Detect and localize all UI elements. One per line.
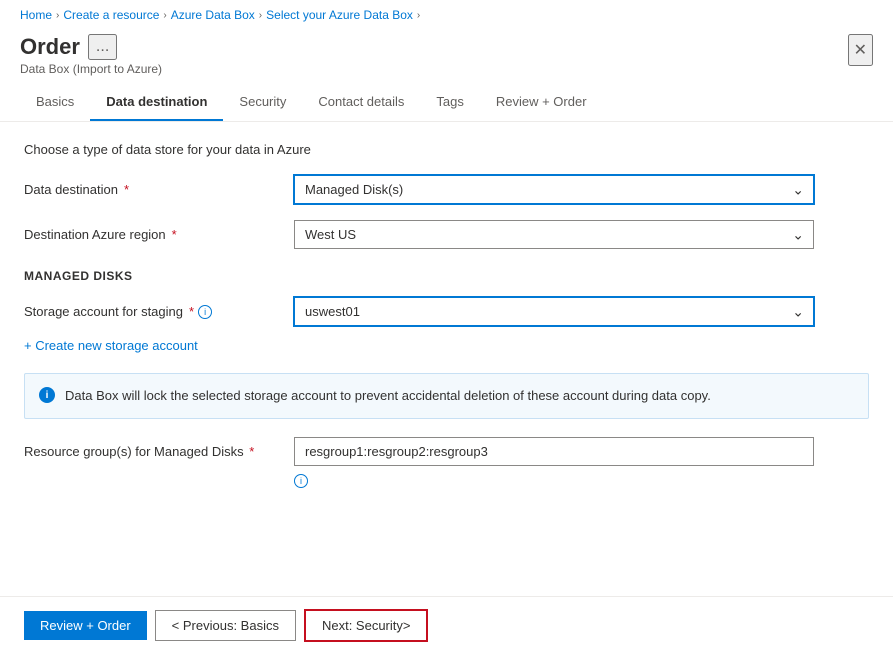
- staging-account-label: Storage account for staging * i: [24, 304, 294, 319]
- tab-tags[interactable]: Tags: [420, 84, 479, 121]
- breadcrumb: Home › Create a resource › Azure Data Bo…: [0, 0, 893, 30]
- staging-account-required: *: [189, 304, 194, 319]
- breadcrumb-sep-4: ›: [417, 10, 420, 21]
- staging-account-info-icon[interactable]: i: [198, 305, 212, 319]
- destination-region-select-wrapper: West US East US East US 2 Central US: [294, 220, 814, 249]
- close-button[interactable]: ✕: [848, 34, 873, 66]
- tab-basics[interactable]: Basics: [20, 84, 90, 121]
- data-destination-label: Data destination *: [24, 182, 294, 197]
- tab-review-order[interactable]: Review + Order: [480, 84, 603, 121]
- page-header: Order ... Data Box (Import to Azure) ✕: [0, 30, 893, 84]
- page-title: Order: [20, 34, 80, 60]
- staging-account-row: Storage account for staging * i uswest01…: [24, 297, 869, 326]
- breadcrumb-home[interactable]: Home: [20, 8, 52, 22]
- resource-groups-info-icon[interactable]: i: [294, 474, 308, 488]
- data-destination-select-wrapper: Managed Disk(s) Storage Account: [294, 175, 814, 204]
- breadcrumb-sep-3: ›: [259, 10, 262, 21]
- section-description: Choose a type of data store for your dat…: [24, 142, 869, 157]
- breadcrumb-sep-1: ›: [56, 10, 59, 21]
- tab-contact-details[interactable]: Contact details: [302, 84, 420, 121]
- next-security-button[interactable]: Next: Security>: [304, 609, 429, 642]
- data-destination-select[interactable]: Managed Disk(s) Storage Account: [294, 175, 814, 204]
- breadcrumb-select-data-box[interactable]: Select your Azure Data Box: [266, 8, 413, 22]
- info-box-icon: i: [39, 387, 55, 403]
- breadcrumb-create-resource[interactable]: Create a resource: [63, 8, 159, 22]
- managed-disks-header: MANAGED DISKS: [24, 269, 869, 283]
- resource-groups-row: Resource group(s) for Managed Disks *: [24, 437, 869, 466]
- breadcrumb-sep-2: ›: [163, 10, 166, 21]
- page-subtitle: Data Box (Import to Azure): [20, 62, 162, 76]
- staging-account-select[interactable]: uswest01 uswest02: [294, 297, 814, 326]
- resource-groups-label: Resource group(s) for Managed Disks *: [24, 437, 294, 459]
- resource-groups-required: *: [249, 444, 254, 459]
- tab-data-destination[interactable]: Data destination: [90, 84, 223, 121]
- create-storage-account-link[interactable]: + Create new storage account: [24, 338, 869, 353]
- destination-region-label: Destination Azure region *: [24, 227, 294, 242]
- data-destination-row: Data destination * Managed Disk(s) Stora…: [24, 175, 869, 204]
- resource-groups-input-wrapper: [294, 437, 814, 466]
- footer: Review + Order < Previous: Basics Next: …: [0, 596, 893, 654]
- staging-account-select-wrapper: uswest01 uswest02: [294, 297, 814, 326]
- data-destination-required: *: [124, 182, 129, 197]
- more-options-button[interactable]: ...: [88, 34, 117, 60]
- destination-region-required: *: [172, 227, 177, 242]
- info-box: i Data Box will lock the selected storag…: [24, 373, 869, 419]
- destination-region-row: Destination Azure region * West US East …: [24, 220, 869, 249]
- main-content: Choose a type of data store for your dat…: [0, 122, 893, 596]
- destination-region-select[interactable]: West US East US East US 2 Central US: [294, 220, 814, 249]
- previous-button[interactable]: < Previous: Basics: [155, 610, 296, 641]
- tabs-nav: Basics Data destination Security Contact…: [0, 84, 893, 122]
- resource-groups-input[interactable]: [294, 437, 814, 466]
- breadcrumb-azure-data-box[interactable]: Azure Data Box: [171, 8, 255, 22]
- review-order-button[interactable]: Review + Order: [24, 611, 147, 640]
- tab-security[interactable]: Security: [223, 84, 302, 121]
- info-box-text: Data Box will lock the selected storage …: [65, 386, 711, 406]
